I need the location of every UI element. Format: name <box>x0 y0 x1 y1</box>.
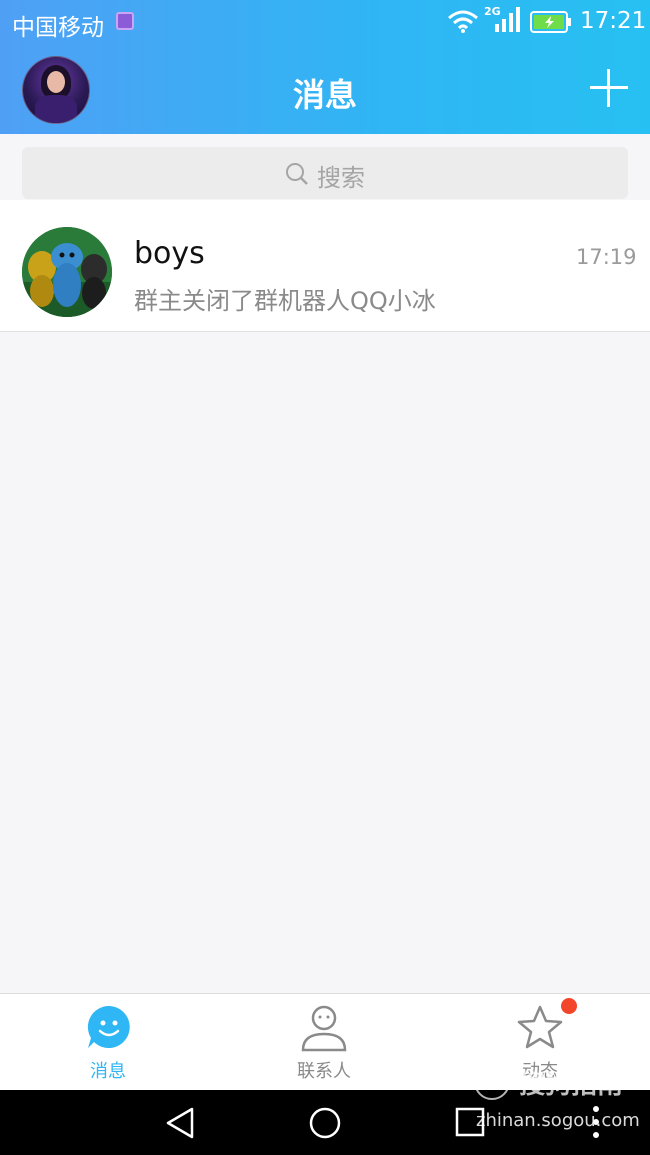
battery-charging-icon <box>530 11 571 33</box>
message-smile-icon <box>87 1005 130 1048</box>
back-icon[interactable] <box>164 1106 196 1140</box>
group-avatar <box>22 227 112 317</box>
star-icon <box>517 1005 563 1049</box>
watermark: 搜狗指南 zhinan.sogou.com <box>474 1062 650 1132</box>
conversation-last-message: 群主关闭了群机器人QQ小冰 <box>134 287 436 315</box>
wifi-icon <box>448 10 478 33</box>
status-time: 17:21 <box>580 8 647 34</box>
tab-label: 消息 <box>90 1061 126 1082</box>
status-bar: 中国移动 2G 17:21 <box>0 0 650 44</box>
conversation-name: boys <box>134 236 205 271</box>
app-header: 中国移动 2G 17:21 消息 <box>0 0 650 134</box>
tab-messages[interactable]: 消息 <box>0 994 216 1091</box>
contacts-person-icon <box>301 1005 347 1052</box>
svg-text:2G: 2G <box>484 5 501 18</box>
conversation-list: boys 17:19 群主关闭了群机器人QQ小冰 <box>0 200 650 332</box>
tab-contacts[interactable]: 联系人 <box>216 994 432 1091</box>
home-icon[interactable] <box>308 1106 342 1140</box>
watermark-url: zhinan.sogou.com <box>476 1110 640 1131</box>
sogou-logo-icon <box>474 1064 510 1100</box>
search-icon <box>286 163 308 185</box>
tab-label: 联系人 <box>297 1061 351 1082</box>
conversation-item[interactable]: boys 17:19 群主关闭了群机器人QQ小冰 <box>0 200 650 331</box>
signal-icon: 2G <box>484 5 520 32</box>
search-bar[interactable]: 搜索 <box>22 147 628 199</box>
notification-badge <box>561 998 577 1014</box>
conversation-time: 17:19 <box>576 245 637 269</box>
sim-icon <box>116 12 134 30</box>
page-title: 消息 <box>292 76 357 114</box>
plus-icon[interactable] <box>589 68 629 108</box>
carrier-name: 中国移动 <box>12 15 104 41</box>
search-placeholder: 搜索 <box>317 164 365 192</box>
watermark-title: 搜狗指南 <box>519 1070 624 1100</box>
